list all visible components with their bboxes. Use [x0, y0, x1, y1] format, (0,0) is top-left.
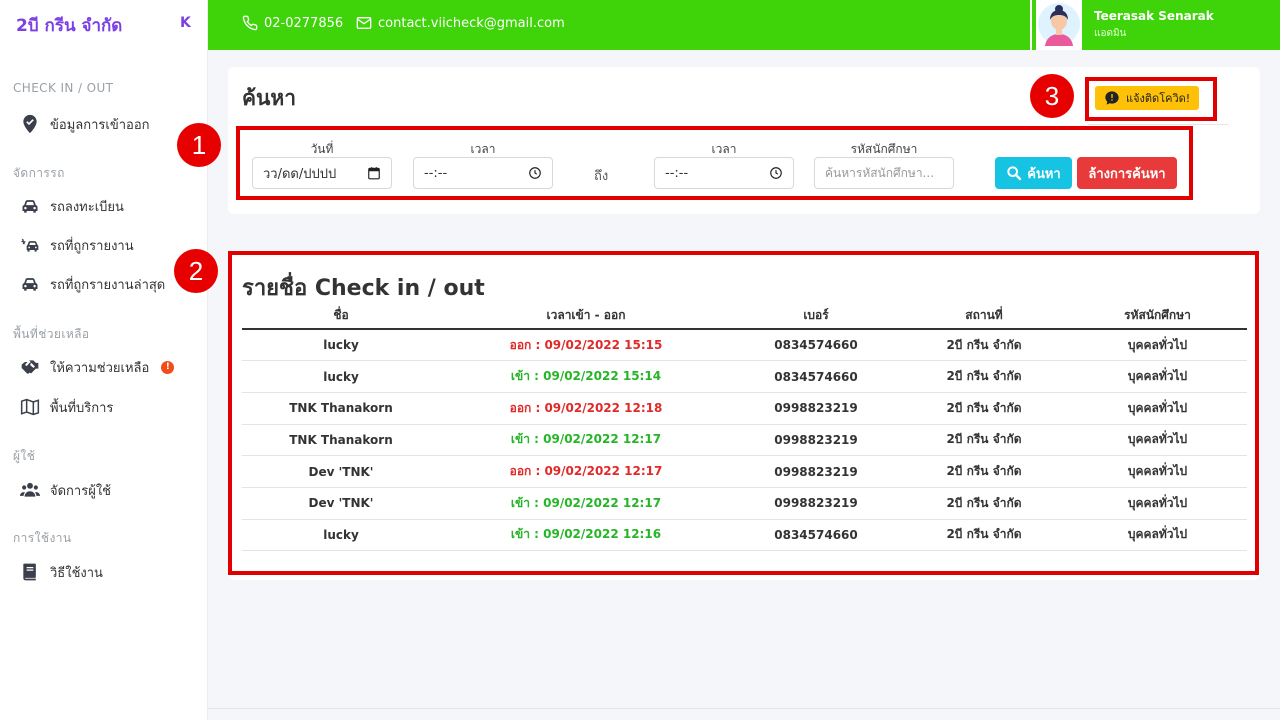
section-title-usage: การใช้งาน	[13, 531, 72, 545]
sidebar-item-label: พื้นที่บริการ	[50, 400, 114, 416]
phone-icon	[242, 15, 258, 31]
section-title-cars: จัดการรถ	[13, 166, 65, 180]
sidebar-item-latest-reported-cars[interactable]: รถที่ถูกรายงานล่าสุด	[20, 272, 165, 296]
sidebar-item-reported-cars[interactable]: รถที่ถูกรายงาน	[20, 233, 134, 257]
email-address: contact.viicheck@gmail.com	[378, 15, 565, 31]
user-menu[interactable]: Teerasak Senarak แอดมิน	[1030, 0, 1280, 50]
contact-email[interactable]: contact.viicheck@gmail.com	[356, 15, 565, 31]
user-role: แอดมิน	[1094, 28, 1127, 39]
alert-badge: !	[161, 360, 175, 374]
map-icon	[20, 398, 40, 416]
sidebar-item-give-help[interactable]: ให้ความช่วยเหลือ !	[20, 355, 175, 379]
sidebar-item-label: จัดการผู้ใช้	[50, 483, 112, 499]
annotation-marker-3: 3	[1030, 74, 1074, 118]
user-name: Teerasak Senarak	[1094, 9, 1214, 23]
topbar: 02-0277856 contact.viicheck@gmail.com Te…	[208, 0, 1280, 50]
hands-helping-icon	[21, 360, 39, 374]
sidebar-item-label: ข้อมูลการเข้าออก	[50, 117, 150, 133]
book-icon	[23, 563, 36, 581]
phone-number: 02-0277856	[264, 15, 344, 31]
sidebar-item-manage-users[interactable]: จัดการผู้ใช้	[20, 478, 111, 502]
car-icon	[22, 278, 38, 291]
section-title-checkin: CHECK IN / OUT	[13, 81, 114, 95]
sidebar-item-checkin-data[interactable]: ข้อมูลการเข้าออก	[20, 112, 150, 136]
annotation-box-covid	[1085, 77, 1217, 121]
section-title-users: ผู้ใช้	[13, 449, 36, 463]
divider	[1088, 124, 1228, 125]
brand: 2บี กรีน จำกัด	[0, 0, 207, 50]
sidebar-item-label: วิธีใช้งาน	[50, 565, 103, 581]
page-title: ค้นหา	[242, 86, 297, 110]
sidebar-item-label: ให้ความช่วยเหลือ	[50, 360, 150, 376]
sidebar-item-label: รถลงทะเบียน	[50, 199, 124, 215]
user-avatar-icon	[1038, 3, 1080, 46]
users-icon	[20, 482, 40, 497]
car-crash-icon	[20, 238, 39, 252]
car-icon	[22, 200, 38, 213]
sidebar-item-label: รถที่ถูกรายงานล่าสุด	[50, 277, 166, 293]
avatar	[1036, 0, 1082, 50]
sidebar-item-registered-cars[interactable]: รถลงทะเบียน	[20, 194, 124, 218]
section-title-help-area: พื้นที่ช่วยเหลือ	[13, 327, 90, 341]
annotation-box-list	[228, 251, 1259, 575]
sidebar-item-how-to-use[interactable]: วิธีใช้งาน	[20, 560, 103, 584]
map-pin-icon	[23, 114, 37, 134]
annotation-marker-1: 1	[177, 123, 221, 167]
annotation-box-search	[236, 126, 1193, 200]
sidebar: 2บี กรีน จำกัด K CHECK IN / OUT ข้อมูลกา…	[0, 0, 208, 720]
footer-divider	[208, 708, 1280, 709]
brand-title[interactable]: 2บี กรีน จำกัด	[16, 12, 122, 39]
sidebar-item-service-area[interactable]: พื้นที่บริการ	[20, 395, 113, 419]
sidebar-collapse-button[interactable]: K	[180, 15, 191, 31]
sidebar-item-label: รถที่ถูกรายงาน	[50, 238, 134, 254]
envelope-icon	[356, 17, 372, 29]
contact-phone[interactable]: 02-0277856	[242, 15, 343, 31]
annotation-marker-2: 2	[174, 249, 218, 293]
